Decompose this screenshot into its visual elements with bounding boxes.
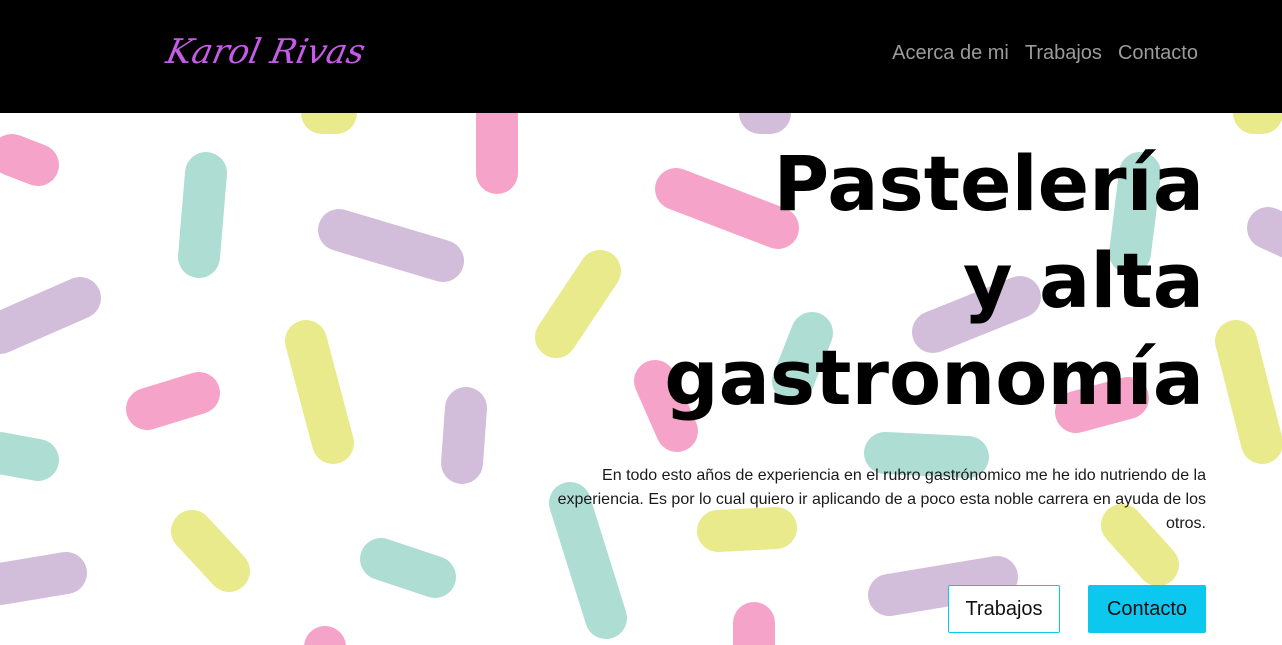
sprinkle	[441, 387, 487, 484]
hero-title: Pastelería y alta gastronomía	[664, 135, 1204, 426]
nav-link-works[interactable]: Trabajos	[1025, 42, 1102, 65]
nav-link-about[interactable]: Acerca de mi	[892, 42, 1009, 65]
sprinkle	[360, 538, 456, 598]
nav-link-contact[interactable]: Contacto	[1118, 42, 1198, 65]
sprinkle	[171, 510, 250, 592]
top-navbar: Karol Rivas Acerca de mi Trabajos Contac…	[0, 0, 1282, 113]
hero-title-line-2: y alta	[963, 236, 1204, 325]
hero-description: En todo esto años de experiencia en el r…	[557, 467, 1206, 532]
brand-logo[interactable]: Karol Rivas	[163, 32, 369, 72]
sprinkle	[1215, 320, 1282, 464]
sprinkle	[126, 372, 220, 430]
sprinkle	[1247, 207, 1282, 258]
sprinkle	[178, 152, 227, 278]
contact-button[interactable]: Contacto	[1088, 585, 1206, 633]
sprinkle	[285, 320, 354, 464]
hero-title-line-1: Pastelería	[773, 139, 1204, 228]
main-nav: Acerca de mi Trabajos Contacto	[892, 42, 1198, 65]
sprinkle	[0, 552, 87, 605]
hero-section: Pastelería y alta gastronomía En todo es…	[0, 113, 1282, 645]
sprinkle	[0, 134, 59, 186]
works-button[interactable]: Trabajos	[948, 585, 1060, 633]
hero-title-line-3: gastronomía	[664, 333, 1204, 422]
sprinkle	[0, 277, 101, 354]
sprinkle	[864, 432, 989, 478]
sprinkle	[535, 250, 621, 358]
sprinkle	[318, 209, 464, 282]
sprinkle	[0, 432, 59, 481]
